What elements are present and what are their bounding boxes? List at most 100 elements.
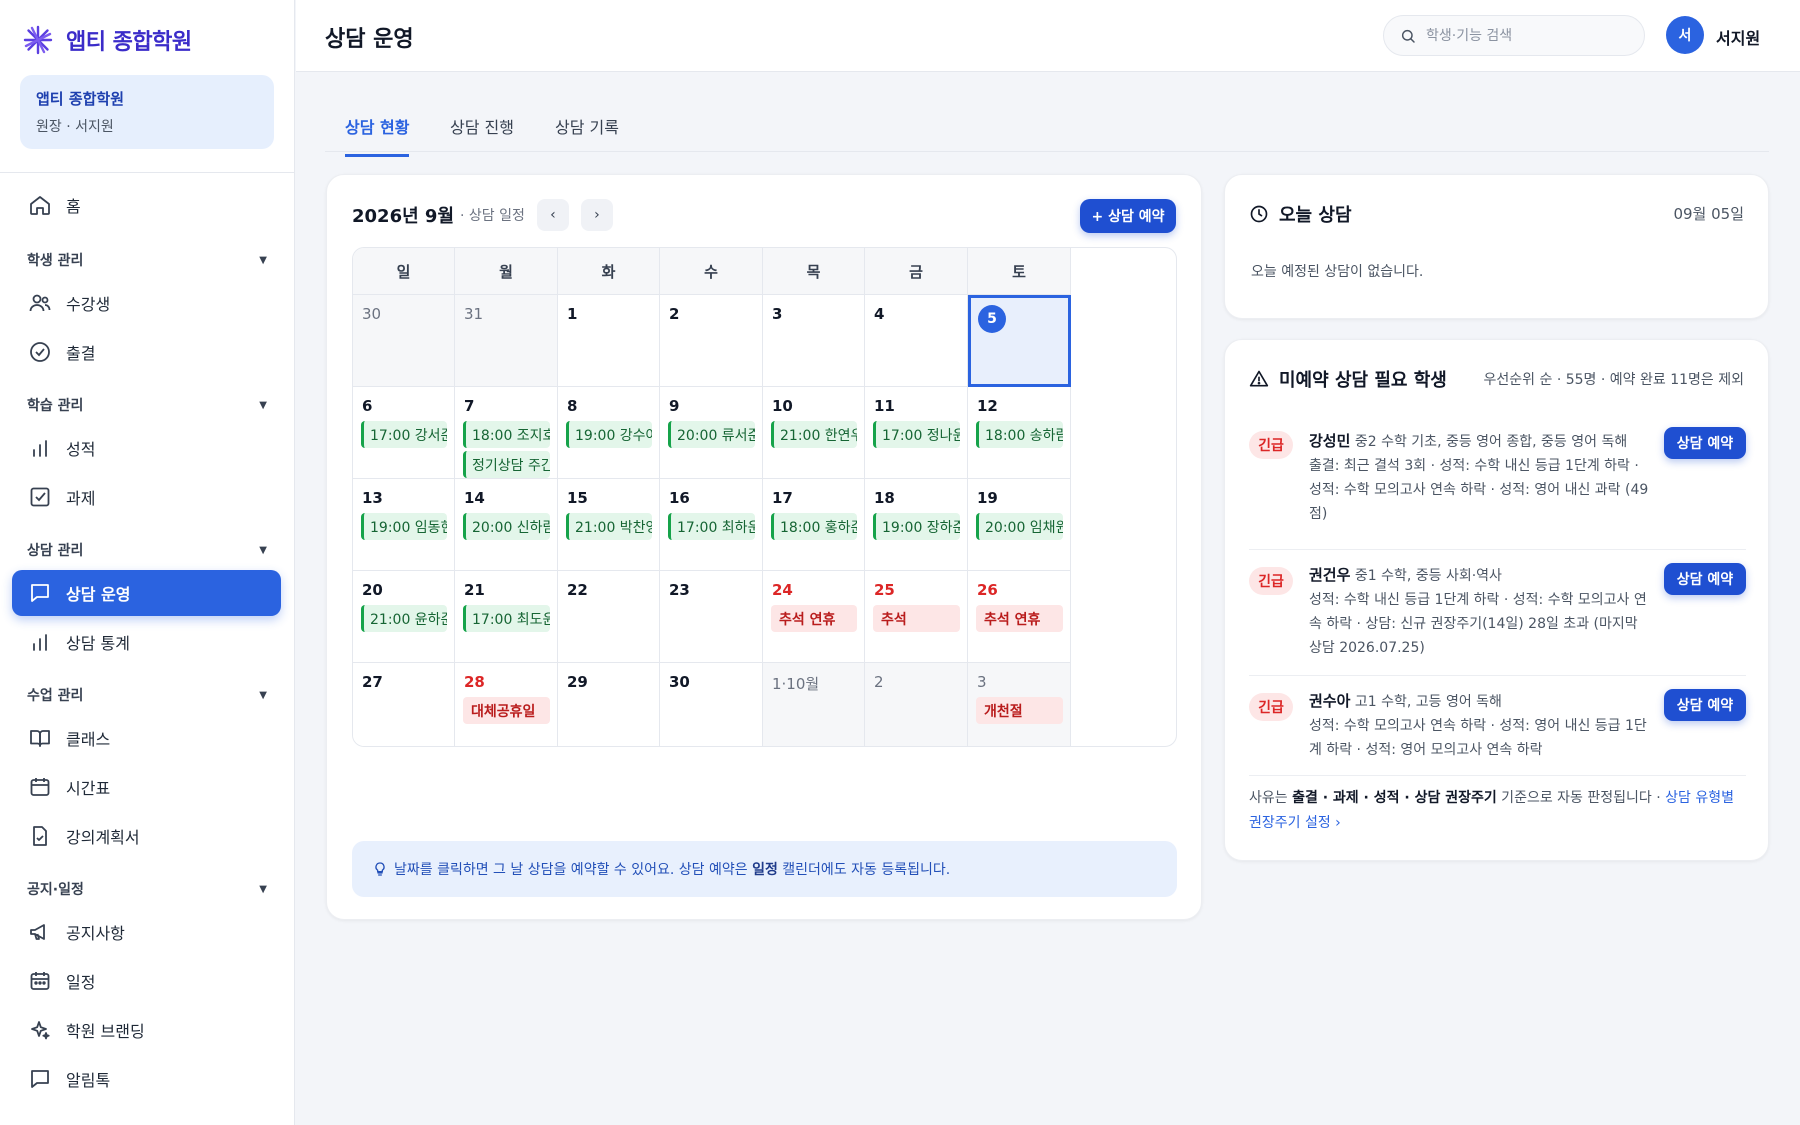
calendar-day-cell[interactable]: 15 21:00 박찬영 [558,479,660,571]
calendar-day-cell[interactable]: 30 [660,663,763,746]
caret-down-icon: ▼ [259,544,267,556]
calendar-day-cell[interactable]: 16 17:00 최하운 [660,479,763,571]
calendar-day-cell[interactable]: 29 [558,663,660,746]
calendar-day-cell[interactable]: 25 추석 [865,571,968,663]
calendar-event[interactable]: 21:00 윤하준 [361,605,447,632]
reserve-counsel-button[interactable]: + 상담 예약 [1080,199,1176,233]
brand[interactable]: 앱티 종합학원 [22,24,192,56]
day-number: 27 [362,673,383,691]
sidebar: 앱티 종합학원 앱티 종합학원 원장 · 서지원 홈 학생 관리 ▼ 수강생 출결… [0,0,295,1125]
calendar-event[interactable]: 20:00 신하람 [463,513,550,540]
book-icon [30,730,50,747]
sidebar-item-home[interactable]: 홈 [12,182,281,228]
calendar-event[interactable]: 20:00 임채원 [976,513,1063,540]
sidebar-item-alimtalk[interactable]: 알림톡 [12,1056,281,1102]
section-notice[interactable]: 공지·일정 ▼ [27,879,267,899]
calendar-day-cell[interactable]: 21 17:00 최도윤 [455,571,558,663]
calendar-day-cell[interactable]: 28 대체공휴일 [455,663,558,746]
calendar-day-cell[interactable]: 6 17:00 강서준 [353,387,455,479]
sidebar-item-grades[interactable]: 성적 [12,425,281,471]
reserve-student-button[interactable]: 상담 예약 [1664,689,1746,721]
calendar-event[interactable]: 21:00 한연우 [771,421,857,448]
sidebar-item-label: 학원 브랜딩 [66,1022,145,1041]
today-date: 09월 05일 [1673,205,1744,223]
calendar-day-cell[interactable]: 7 18:00 조지호 정기상담 주간 [455,387,558,479]
calendar-day-cell[interactable]: 2 [660,295,763,387]
calendar-day-cell[interactable]: 27 [353,663,455,746]
sidebar-item-homework[interactable]: 과제 [12,474,281,520]
tab-counsel-status[interactable]: 상담 현황 [345,114,410,157]
prev-month-button[interactable]: ‹ [536,199,569,231]
user-name[interactable]: 서지원 [1716,25,1760,49]
section-counsel[interactable]: 상담 관리 ▼ [27,540,267,560]
sidebar-item-timetable[interactable]: 시간표 [12,764,281,810]
sidebar-item-branding[interactable]: 학원 브랜딩 [12,1007,281,1053]
avatar[interactable]: 서 [1666,16,1704,54]
calendar-day-cell[interactable]: 14 20:00 신하람 [455,479,558,571]
reserve-student-button[interactable]: 상담 예약 [1664,427,1746,459]
sidebar-item-students[interactable]: 수강생 [12,280,281,326]
calendar-day-cell[interactable]: 23 [660,571,763,663]
calendar-event[interactable]: 21:00 박찬영 [566,513,652,540]
weekday-header: 화 [558,248,660,295]
calendar-event[interactable]: 18:00 조지호 [463,421,550,448]
calendar-day-cell[interactable]: 13 19:00 임동현 [353,479,455,571]
tab-counsel-records[interactable]: 상담 기록 [555,114,619,154]
calendar-day-cell[interactable]: 18 19:00 장하준 [865,479,968,571]
org-card[interactable]: 앱티 종합학원 원장 · 서지원 [20,75,274,149]
sidebar-item-counsel-ops[interactable]: 상담 운영 [12,570,281,616]
section-class[interactable]: 수업 관리 ▼ [27,685,267,705]
calendar-event[interactable]: 18:00 송하람 [976,421,1063,448]
calendar-day-cell[interactable]: 2 [865,663,968,746]
next-month-button[interactable]: › [580,199,613,231]
section-learning[interactable]: 학습 관리 ▼ [27,395,267,415]
calendar-period-label[interactable]: 정기상담 주간 [463,451,550,478]
reserve-student-button[interactable]: 상담 예약 [1664,563,1746,595]
calendar-day-cell[interactable]: 30 [353,295,455,387]
calendar-day-cell[interactable]: 4 [865,295,968,387]
calendar-event[interactable]: 19:00 장하준 [873,513,960,540]
calendar-day-cell[interactable]: 9 20:00 류서준 [660,387,763,479]
calendar-event[interactable]: 17:00 정나윤 [873,421,960,448]
calendar-hint: 날짜를 클릭하면 그 날 상담을 예약할 수 있어요. 상담 예약은 일정 캘린… [352,841,1177,897]
calendar-event[interactable]: 19:00 임동현 [361,513,447,540]
calendar-day-cell[interactable]: 10 21:00 한연우 [763,387,865,479]
calendar-event[interactable]: 17:00 최도윤 [463,605,550,632]
sidebar-item-attendance[interactable]: 출결 [12,329,281,375]
hint-part: 날짜를 클릭하면 그 날 상담을 예약할 수 있어요. 상담 예약은 [394,862,753,878]
sidebar-item-classes[interactable]: 클래스 [12,715,281,761]
calendar-day-cell[interactable]: 24 추석 연휴 [763,571,865,663]
tab-counsel-progress[interactable]: 상담 진행 [450,114,514,154]
calendar-day-cell[interactable]: 1 [558,295,660,387]
calendar-day-cell[interactable]: 22 [558,571,660,663]
calendar-day-cell[interactable]: 19 20:00 임채원 [968,479,1071,571]
student-reasons: 성적: 수학 모의고사 연속 하락 · 성적: 영어 내신 등급 1단계 하락 … [1309,718,1647,758]
foot-part: 기준으로 자동 판정됩니다 · [1496,790,1666,806]
calendar-day-cell[interactable]: 26 추석 연휴 [968,571,1071,663]
search-box[interactable] [1383,15,1645,56]
sidebar-item-counsel-stats[interactable]: 상담 통계 [12,619,281,665]
calendar-day-cell[interactable]: 5 [968,295,1071,387]
sidebar-item-notices[interactable]: 공지사항 [12,909,281,955]
calendar-day-cell[interactable]: 8 19:00 강수아 [558,387,660,479]
calendar-event[interactable]: 19:00 강수아 [566,421,652,448]
megaphone-icon [30,924,45,940]
section-student[interactable]: 학생 관리 ▼ [27,250,267,270]
calendar-day-cell[interactable]: 12 18:00 송하람 [968,387,1071,479]
sidebar-item-schedule[interactable]: 일정 [12,958,281,1004]
search-input[interactable] [1426,27,1626,44]
calendar-day-cell[interactable]: 3 [763,295,865,387]
calendar-day-cell[interactable]: 11 17:00 정나윤 [865,387,968,479]
student-info: 강성민 중2 수학 기초, 중등 영어 종합, 중등 영어 독해 출결: 최근 결… [1309,429,1649,526]
calendar-event[interactable]: 17:00 최하운 [668,513,755,540]
day-number: 12 [977,397,998,415]
calendar-day-cell[interactable]: 1·10월 [763,663,865,746]
calendar-day-cell[interactable]: 17 18:00 홍하준 [763,479,865,571]
calendar-event[interactable]: 17:00 강서준 [361,421,447,448]
calendar-event[interactable]: 18:00 홍하준 [771,513,857,540]
sidebar-item-syllabus[interactable]: 강의계획서 [12,813,281,859]
calendar-event[interactable]: 20:00 류서준 [668,421,755,448]
calendar-day-cell[interactable]: 3 개천절 [968,663,1071,746]
calendar-day-cell[interactable]: 20 21:00 윤하준 [353,571,455,663]
calendar-day-cell[interactable]: 31 [455,295,558,387]
